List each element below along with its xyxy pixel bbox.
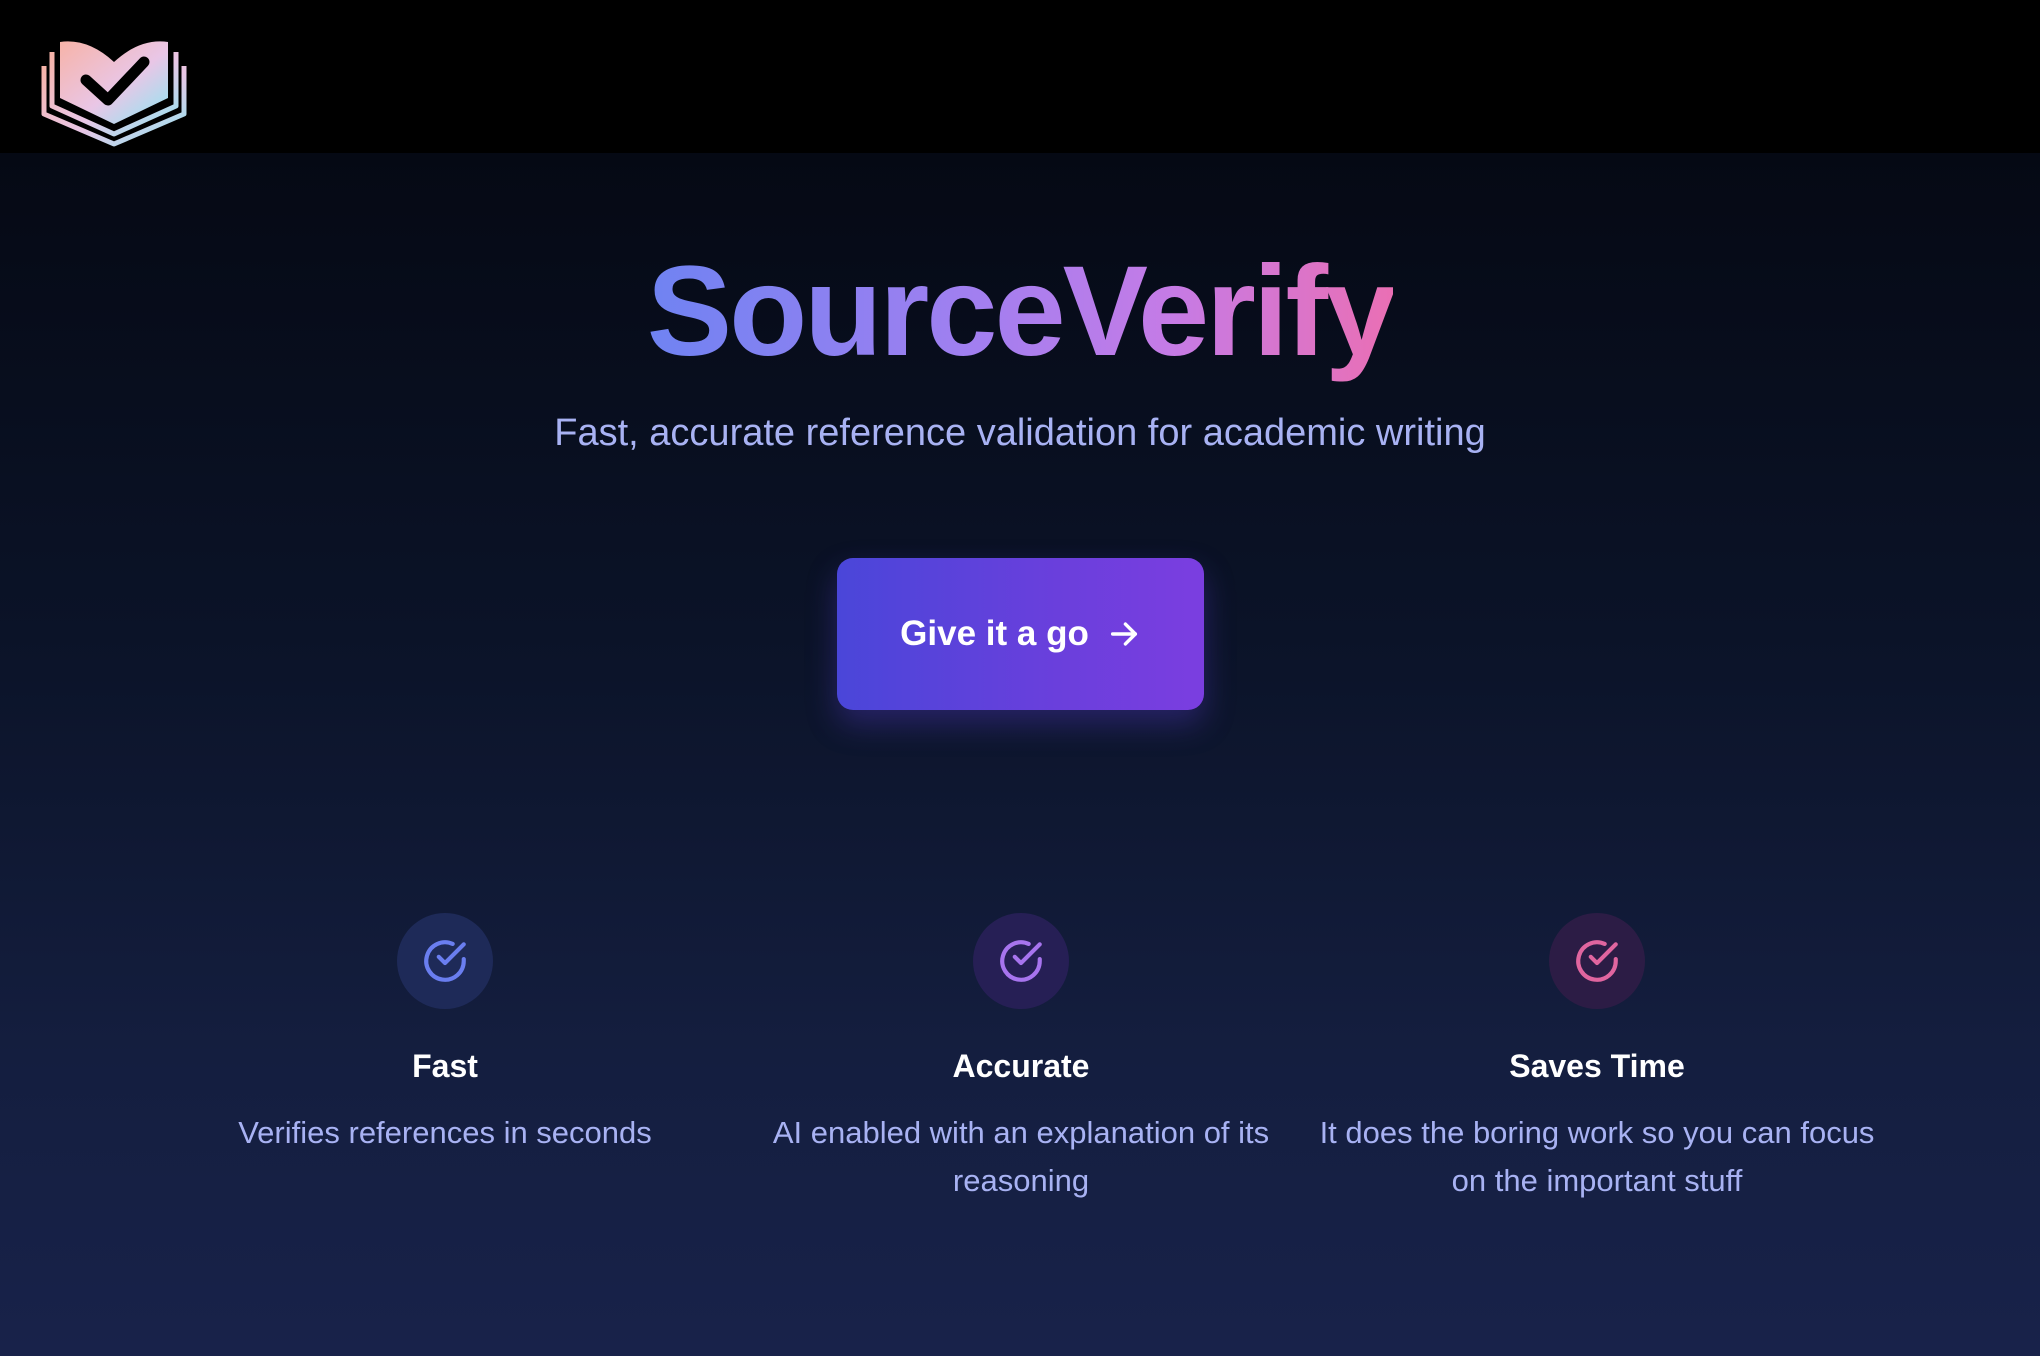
top-bar — [0, 0, 2040, 153]
feature-description: Verifies references in seconds — [238, 1115, 652, 1151]
page-title: SourceVerify — [646, 240, 1397, 383]
feature-icon-badge — [397, 913, 493, 1009]
book-check-logo-icon[interactable] — [40, 36, 188, 150]
check-circle-icon — [1000, 940, 1042, 982]
feature-accurate: Accurate AI enabled with an explanation … — [741, 913, 1301, 1205]
check-circle-icon — [1576, 940, 1618, 982]
feature-fast: Fast Verifies references in seconds — [165, 913, 725, 1157]
feature-icon-badge — [973, 913, 1069, 1009]
feature-icon-badge — [1549, 913, 1645, 1009]
feature-saves-time: Saves Time It does the boring work so yo… — [1317, 913, 1877, 1205]
arrow-right-icon — [1110, 622, 1137, 646]
check-circle-icon — [424, 940, 466, 982]
feature-title: Saves Time — [1509, 1048, 1685, 1084]
feature-description: It does the boring work so you can focus… — [1319, 1115, 1875, 1199]
give-it-a-go-button[interactable]: Give it a go — [837, 558, 1204, 710]
feature-title: Fast — [412, 1048, 478, 1084]
feature-title: Accurate — [952, 1048, 1090, 1084]
button-label: Give it a go — [900, 614, 1089, 653]
feature-description: AI enabled with an explanation of its re… — [772, 1115, 1270, 1199]
tagline: Fast, accurate reference validation for … — [554, 412, 1486, 454]
hero-section: SourceVerify Fast, accurate reference va… — [0, 153, 2040, 1356]
